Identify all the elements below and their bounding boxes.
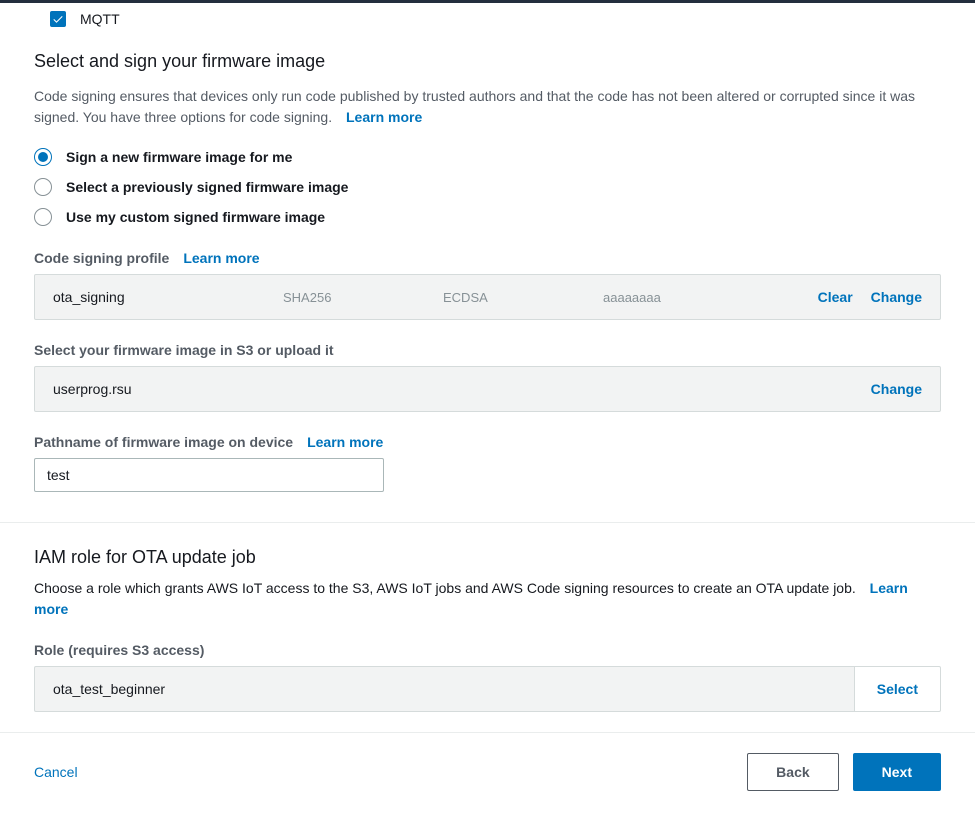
back-button[interactable]: Back: [747, 753, 838, 791]
profile-clear-button[interactable]: Clear: [818, 289, 853, 305]
iam-desc-text: Choose a role which grants AWS IoT acces…: [34, 580, 856, 596]
signing-radio-group: Sign a new firmware image for me Select …: [34, 148, 941, 226]
pathname-label: Pathname of firmware image on device: [34, 434, 293, 450]
pathname-learn-more-link[interactable]: Learn more: [307, 434, 383, 450]
firmware-change-button[interactable]: Change: [871, 381, 922, 397]
profile-name: ota_signing: [53, 289, 283, 305]
firmware-filename: userprog.rsu: [53, 381, 871, 397]
firmware-desc-text: Code signing ensures that devices only r…: [34, 88, 915, 125]
radio-custom-signed-label: Use my custom signed firmware image: [66, 209, 325, 225]
main-content: MQTT Select and sign your firmware image…: [0, 3, 975, 492]
firmware-image-panel: userprog.rsu Change: [34, 366, 941, 412]
profile-actions: Clear Change: [818, 289, 922, 305]
profile-label-row: Code signing profile Learn more: [34, 250, 941, 266]
role-label-row: Role (requires S3 access): [34, 642, 941, 658]
iam-section: IAM role for OTA update job Choose a rol…: [0, 523, 975, 732]
radio-sign-new[interactable]: Sign a new firmware image for me: [34, 148, 941, 166]
profile-change-button[interactable]: Change: [871, 289, 922, 305]
radio-custom-signed-input[interactable]: [34, 208, 52, 226]
radio-select-signed[interactable]: Select a previously signed firmware imag…: [34, 178, 941, 196]
mqtt-checkbox[interactable]: [50, 11, 66, 27]
footer: Cancel Back Next: [0, 732, 975, 815]
mqtt-checkbox-row[interactable]: MQTT: [34, 11, 941, 27]
iam-section-title: IAM role for OTA update job: [34, 547, 941, 568]
mqtt-label: MQTT: [80, 11, 120, 27]
cancel-button[interactable]: Cancel: [34, 764, 78, 780]
firmware-section-description: Code signing ensures that devices only r…: [34, 86, 934, 128]
check-icon: [52, 13, 64, 25]
profile-extra: aaaaaaaa: [603, 290, 818, 305]
next-button[interactable]: Next: [853, 753, 941, 791]
profile-label: Code signing profile: [34, 250, 169, 266]
iam-section-description: Choose a role which grants AWS IoT acces…: [34, 578, 934, 620]
role-value: ota_test_beginner: [34, 666, 854, 712]
firmware-actions: Change: [871, 381, 922, 397]
firmware-section-title: Select and sign your firmware image: [34, 51, 941, 72]
pathname-label-row: Pathname of firmware image on device Lea…: [34, 434, 941, 450]
profile-algo: ECDSA: [443, 290, 603, 305]
pathname-input[interactable]: [34, 458, 384, 492]
radio-sign-new-label: Sign a new firmware image for me: [66, 149, 292, 165]
role-label: Role (requires S3 access): [34, 642, 204, 658]
radio-sign-new-input[interactable]: [34, 148, 52, 166]
profile-hash: SHA256: [283, 290, 443, 305]
radio-select-signed-label: Select a previously signed firmware imag…: [66, 179, 348, 195]
radio-custom-signed[interactable]: Use my custom signed firmware image: [34, 208, 941, 226]
profile-panel: ota_signing SHA256 ECDSA aaaaaaaa Clear …: [34, 274, 941, 320]
role-select-button[interactable]: Select: [854, 666, 941, 712]
role-row: ota_test_beginner Select: [34, 666, 941, 712]
firmware-image-label: Select your firmware image in S3 or uplo…: [34, 342, 334, 358]
profile-learn-more-link[interactable]: Learn more: [183, 250, 259, 266]
firmware-image-label-row: Select your firmware image in S3 or uplo…: [34, 342, 941, 358]
firmware-learn-more-link[interactable]: Learn more: [346, 109, 422, 125]
radio-select-signed-input[interactable]: [34, 178, 52, 196]
